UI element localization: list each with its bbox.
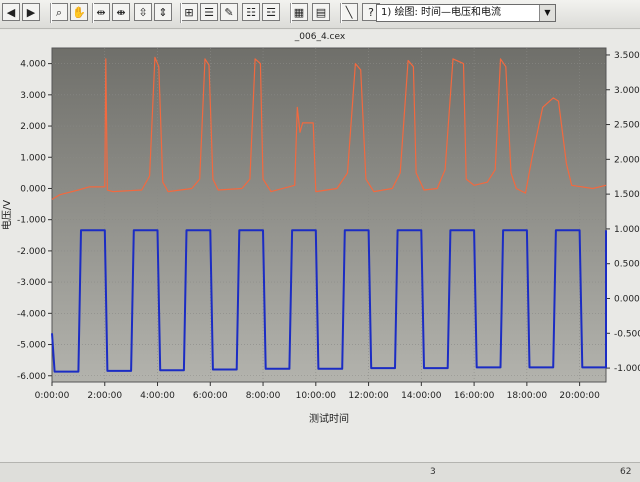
toolbar-separator xyxy=(180,3,182,23)
toolbar-separator xyxy=(290,3,292,23)
x-tick-label: 8:00:00 xyxy=(246,391,281,401)
y-axis-label-left: 电压/V xyxy=(0,200,13,230)
edit-list-button[interactable]: ✎ xyxy=(220,3,238,21)
status-bar: 3 62 xyxy=(0,462,640,482)
y-tick-label-left: -2.000 xyxy=(17,247,46,257)
zoom-x-in-button[interactable]: ⇹ xyxy=(92,3,110,21)
y-tick-label-left: -6.000 xyxy=(17,372,46,382)
y-tick-label-left: 1.000 xyxy=(20,153,46,163)
x-tick-label: 12:00:00 xyxy=(348,391,389,401)
help-icon: ? xyxy=(368,5,374,19)
y-tick-label-left: -3.000 xyxy=(17,278,46,288)
y-tick-label-right: 0.000 xyxy=(614,295,640,305)
chevron-down-icon[interactable]: ▼ xyxy=(539,5,555,21)
zoom-x-out-icon: ⇼ xyxy=(116,5,126,19)
zoom-button[interactable]: ⌕ xyxy=(50,3,68,21)
hand-pan-button[interactable]: ✋ xyxy=(70,3,88,21)
edit-list-icon: ✎ xyxy=(224,5,234,19)
x-tick-label: 16:00:00 xyxy=(454,391,495,401)
x-tick-label: 14:00:00 xyxy=(401,391,442,401)
zoom-x-in-icon: ⇹ xyxy=(96,5,106,19)
zoom-y-out-button[interactable]: ⇕ xyxy=(154,3,172,21)
line-tool-icon: ╲ xyxy=(345,5,353,19)
plot-select-value: 1) 绘图: 时间—电压和电流 xyxy=(381,7,501,18)
y-tick-label-left: -1.000 xyxy=(17,216,46,226)
hand-pan-icon: ✋ xyxy=(72,5,86,19)
y-tick-label-left: 0.000 xyxy=(20,184,46,194)
zoom-icon: ⌕ xyxy=(55,5,63,19)
table-icon: ▤ xyxy=(315,5,327,19)
x-tick-label: 4:00:00 xyxy=(140,391,175,401)
list-detail-button[interactable]: ☷ xyxy=(242,3,260,21)
status-item: 3 xyxy=(430,467,436,477)
fit-all-icon: ⊞ xyxy=(184,5,194,19)
y-tick-label-right: -0.500 xyxy=(614,329,640,339)
fit-all-button[interactable]: ⊞ xyxy=(180,3,198,21)
status-item: 62 xyxy=(620,467,632,477)
y-tick-label-left: 4.000 xyxy=(20,60,46,70)
x-tick-label: 2:00:00 xyxy=(87,391,122,401)
y-tick-label-right: 1.500 xyxy=(614,190,640,200)
toolbar-separator xyxy=(340,3,342,23)
zoom-y-in-button[interactable]: ⇳ xyxy=(134,3,152,21)
arrow-right-icon: ▶ xyxy=(26,5,36,19)
arrow-left-button[interactable]: ◀ xyxy=(2,3,20,21)
table-button[interactable]: ▤ xyxy=(312,3,330,21)
list-detail-icon: ☷ xyxy=(246,5,256,19)
x-tick-label: 18:00:00 xyxy=(507,391,548,401)
plot-area xyxy=(51,47,607,383)
y-tick-label-left: 2.000 xyxy=(20,122,46,132)
y-tick-label-right: 2.000 xyxy=(614,155,640,165)
y-tick-label-left: -5.000 xyxy=(17,341,46,351)
zoom-y-in-icon: ⇳ xyxy=(138,5,148,19)
list-icon: ☰ xyxy=(204,5,214,19)
grid-icon: ▦ xyxy=(293,5,305,19)
grid-button[interactable]: ▦ xyxy=(290,3,308,21)
list-add-button[interactable]: ☲ xyxy=(262,3,280,21)
line-tool-button[interactable]: ╲ xyxy=(340,3,358,21)
arrow-right-button[interactable]: ▶ xyxy=(22,3,40,21)
zoom-y-out-icon: ⇕ xyxy=(158,5,168,19)
x-axis-label: 测试时间 xyxy=(309,412,349,425)
y-tick-label-left: -4.000 xyxy=(17,309,46,319)
y-tick-label-left: 3.000 xyxy=(20,91,46,101)
voltage-current-chart[interactable]: 0:00:00 2:00:00 4:00:00 6:00:00 8:00:00 10:00… xyxy=(0,30,640,462)
y-tick-label-right: 3.000 xyxy=(614,86,640,96)
y-tick-label-right: 2.500 xyxy=(614,121,640,131)
list-add-icon: ☲ xyxy=(266,5,276,19)
y-tick-label-right: 0.500 xyxy=(614,260,640,270)
x-tick-label: 6:00:00 xyxy=(193,391,228,401)
x-tick-label: 0:00:00 xyxy=(35,391,70,401)
toolbar-separator xyxy=(50,3,52,23)
x-tick-label: 10:00:00 xyxy=(296,391,337,401)
y-tick-label-right: 1.000 xyxy=(614,225,640,235)
toolbar: ◀ ▶ ⌕ ✋ ⇹ ⇼ ⇳ ⇕ ⊞ ☰ ✎ ☷ ☲ ▦ ▤ ╲? 1) 绘图: 时间—电压和电流 ▼ xyxy=(0,0,640,29)
y-tick-label-right: -1.000 xyxy=(614,364,640,374)
y-tick-label-right: 3.500 xyxy=(614,51,640,61)
chart-window: _006_4.cex 0:00:00 2:00:00 4:00:00 6:00:00 8… xyxy=(0,30,640,462)
toolbar-separator xyxy=(92,3,94,23)
plot-select[interactable]: 1) 绘图: 时间—电压和电流 ▼ xyxy=(376,4,556,22)
x-tick-label: 20:00:00 xyxy=(559,391,600,401)
arrow-left-icon: ◀ xyxy=(6,5,16,19)
zoom-x-out-button[interactable]: ⇼ xyxy=(112,3,130,21)
list-button[interactable]: ☰ xyxy=(200,3,218,21)
